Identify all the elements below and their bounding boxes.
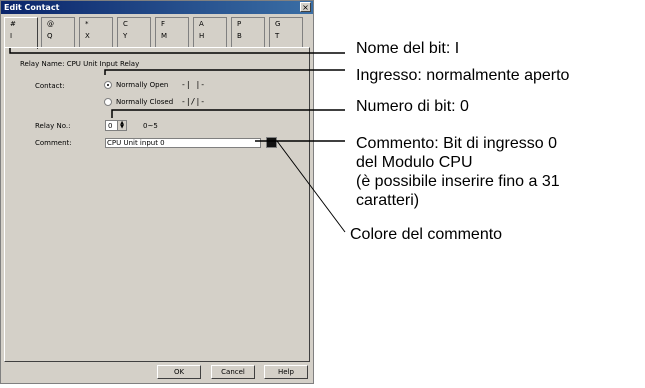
annotation-comment-color: Colore del commento [350, 226, 503, 243]
annotation-input-type: Ingresso: normalmente aperto [356, 67, 570, 84]
annotation-comment-line3: (è possibile inserire fino a 31 [356, 173, 560, 190]
annotation-bit-name: Nome del bit: I [356, 40, 460, 57]
annotation-comment-line2: del Modulo CPU [356, 154, 473, 171]
callout-line-color [276, 140, 346, 233]
callout-line-input-type [104, 69, 345, 75]
annotation-bit-number: Numero di bit: 0 [356, 98, 469, 115]
callout-lines [9, 48, 346, 233]
annotation-comment-line4: caratteri) [356, 192, 420, 209]
callout-line-bit-number [111, 109, 345, 118]
annotation-comment-line1: Commento: Bit di ingresso 0 [356, 135, 557, 152]
callout-line-bit-name [9, 48, 345, 54]
